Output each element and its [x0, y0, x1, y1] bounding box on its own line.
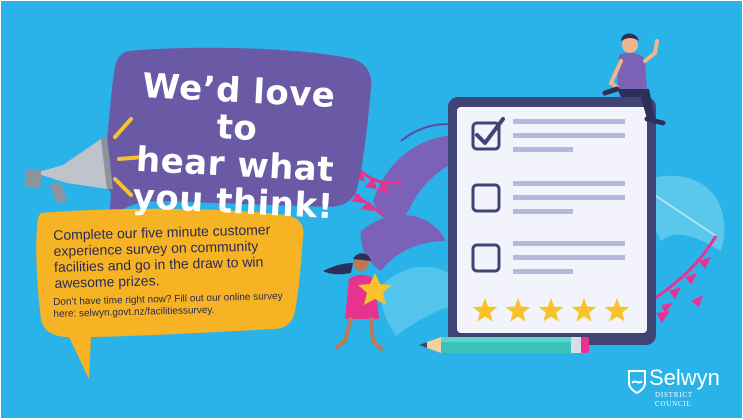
headline: We’d love to hear what you think!: [109, 66, 362, 228]
leaf-icon: [650, 235, 718, 323]
promo-banner: We’d love to hear what you think! Comple…: [1, 1, 742, 418]
logo-mark-icon: [628, 370, 646, 395]
logo-name: Selwyn: [649, 365, 720, 390]
council-logo: Selwyn DISTRICT COUNCIL: [619, 365, 731, 408]
survey-description: Complete our five minute customer experi…: [53, 221, 271, 291]
logo-subtitle: DISTRICT COUNCIL: [655, 391, 693, 408]
pencil-icon: [419, 337, 589, 353]
